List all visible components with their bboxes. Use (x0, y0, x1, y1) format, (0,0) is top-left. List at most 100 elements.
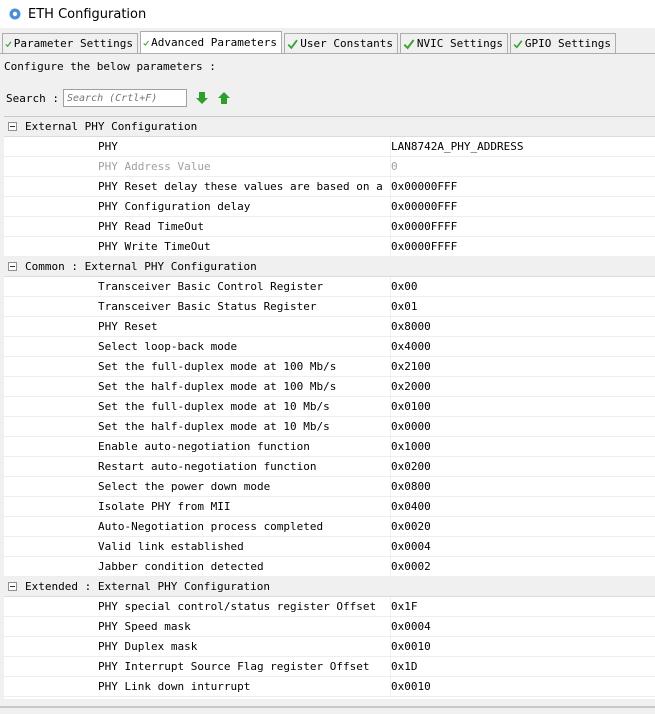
param-value[interactable]: LAN8742A_PHY_ADDRESS (390, 136, 523, 157)
table-row[interactable]: Enable auto-negotiation function 0x1000 (4, 436, 655, 457)
tab-label: Parameter Settings (13, 37, 133, 50)
parameter-grid: External PHY Configuration PHY LAN8742A_P… (4, 116, 655, 699)
search-input[interactable] (62, 89, 187, 107)
param-value[interactable]: 0x1D (390, 656, 418, 677)
param-name: Jabber condition detected (98, 560, 264, 573)
table-row[interactable]: PHY Write TimeOut 0x0000FFFF (4, 236, 655, 257)
tab-label: Advanced Parameters (151, 36, 277, 49)
param-name: Set the half-duplex mode at 100 Mb/s (98, 380, 337, 393)
param-value[interactable]: 0x0004 (390, 616, 431, 637)
table-row[interactable]: Auto-Negotiation process completed 0x0020 (4, 516, 655, 537)
tab-bar: Parameter Settings Advanced Parameters U… (0, 31, 655, 53)
table-row[interactable]: Set the full-duplex mode at 10 Mb/s 0x010… (4, 396, 655, 417)
param-value[interactable]: 0x0002 (390, 556, 431, 577)
table-row[interactable]: Jabber condition detected 0x0002 (4, 556, 655, 577)
param-name: PHY Interrupt Source Flag register Offse… (98, 660, 370, 673)
collapse-icon[interactable] (8, 262, 17, 271)
table-row[interactable]: Isolate PHY from MII 0x0400 (4, 496, 655, 517)
param-value[interactable]: 0x0000FFFF (390, 216, 457, 237)
table-row[interactable]: Select loop-back mode 0x4000 (4, 336, 655, 357)
arrow-up-icon[interactable] (217, 91, 231, 105)
param-name: PHY (98, 140, 118, 153)
param-value[interactable]: 0x00000FFF (390, 196, 457, 217)
arrow-down-icon[interactable] (195, 91, 209, 105)
tab-advanced-parameters[interactable]: Advanced Parameters (140, 31, 282, 53)
param-name: Valid link established (98, 540, 244, 553)
table-row[interactable]: Transceiver Basic Status Register 0x01 (4, 296, 655, 317)
param-name: PHY Read TimeOut (98, 220, 204, 233)
param-value[interactable]: 0x2100 (390, 356, 431, 377)
table-row[interactable]: PHY Address Value 0 (4, 156, 655, 177)
param-value[interactable]: 0x8000 (390, 316, 431, 337)
table-row[interactable]: PHY Reset delay these values are based o… (4, 176, 655, 197)
group-header-external-phy[interactable]: External PHY Configuration (4, 117, 655, 137)
group-header-common-phy[interactable]: Common : External PHY Configuration (4, 257, 655, 277)
group-title: Common : External PHY Configuration (25, 260, 257, 273)
table-row[interactable]: PHY Interrupt Source Flag register Offse… (4, 656, 655, 677)
param-name: Set the full-duplex mode at 100 Mb/s (98, 360, 337, 373)
table-row[interactable]: Transceiver Basic Control Register 0x00 (4, 276, 655, 297)
param-value[interactable]: 0x1F (390, 596, 418, 617)
param-name: Auto-Negotiation process completed (98, 520, 324, 533)
param-name: Set the half-duplex mode at 10 Mb/s (98, 420, 330, 433)
tab-nvic-settings[interactable]: NVIC Settings (400, 33, 508, 53)
tab-label: NVIC Settings (416, 37, 503, 50)
param-value[interactable]: 0x0100 (390, 396, 431, 417)
param-name: PHY Configuration delay (98, 200, 251, 213)
param-value[interactable]: 0x00000FFF (390, 176, 457, 197)
check-icon (403, 38, 415, 49)
param-value[interactable]: 0x0010 (390, 636, 431, 657)
check-icon (513, 39, 523, 49)
tab-gpio-settings[interactable]: GPIO Settings (510, 33, 616, 53)
param-name: PHY Reset delay these values are based o… (98, 180, 388, 193)
table-row[interactable]: PHY special control/status register Offs… (4, 596, 655, 617)
param-name: Enable auto-negotiation function (98, 440, 310, 453)
param-name: Select the power down mode (98, 480, 271, 493)
table-row[interactable]: PHY LAN8742A_PHY_ADDRESS (4, 136, 655, 157)
param-value[interactable]: 0x4000 (390, 336, 431, 357)
table-row[interactable]: Set the full-duplex mode at 100 Mb/s 0x21… (4, 356, 655, 377)
table-row[interactable]: Set the half-duplex mode at 10 Mb/s 0x000… (4, 416, 655, 437)
param-value[interactable]: 0x1000 (390, 436, 431, 457)
param-value[interactable]: 0x0400 (390, 496, 431, 517)
description: Configure the below parameters : (4, 60, 216, 73)
param-value[interactable]: 0x0020 (390, 516, 431, 537)
param-name: Set the full-duplex mode at 10 Mb/s (98, 400, 330, 413)
search-bar: Search : (6, 88, 231, 108)
gear-icon (9, 8, 21, 20)
param-value[interactable]: 0x2000 (390, 376, 431, 397)
param-name: PHY Address Value (98, 160, 211, 173)
param-name: PHY Duplex mask (98, 640, 198, 653)
table-row[interactable]: PHY Configuration delay 0x00000FFF (4, 196, 655, 217)
param-name: PHY Write TimeOut (98, 240, 211, 253)
table-row[interactable]: Set the half-duplex mode at 100 Mb/s 0x20… (4, 376, 655, 397)
param-value[interactable]: 0x0200 (390, 456, 431, 477)
param-name: Transceiver Basic Status Register (98, 300, 317, 313)
param-value[interactable]: 0x00 (390, 276, 418, 297)
param-value[interactable]: 0x0000 (390, 416, 431, 437)
bottom-divider (0, 706, 655, 708)
check-icon (143, 40, 149, 46)
table-row[interactable]: Select the power down mode 0x0800 (4, 476, 655, 497)
table-row[interactable]: Restart auto-negotiation function 0x0200 (4, 456, 655, 477)
param-value[interactable]: 0x0004 (390, 536, 431, 557)
collapse-icon[interactable] (8, 122, 17, 131)
table-row[interactable]: PHY Duplex mask 0x0010 (4, 636, 655, 657)
param-name: PHY Reset (98, 320, 158, 333)
tab-parameter-settings[interactable]: Parameter Settings (2, 33, 138, 53)
param-value[interactable]: 0x0000FFFF (390, 236, 457, 257)
group-header-extended-phy[interactable]: Extended : External PHY Configuration (4, 577, 655, 597)
table-row[interactable]: Valid link established 0x0004 (4, 536, 655, 557)
tab-user-constants[interactable]: User Constants (284, 33, 398, 53)
tab-divider (0, 53, 655, 54)
param-name: PHY special control/status register Offs… (98, 600, 377, 613)
param-value[interactable]: 0x0800 (390, 476, 431, 497)
param-value[interactable]: 0x0010 (390, 676, 431, 697)
table-row[interactable]: PHY Reset 0x8000 (4, 316, 655, 337)
table-row[interactable]: PHY Speed mask 0x0004 (4, 616, 655, 637)
table-row[interactable]: PHY Read TimeOut 0x0000FFFF (4, 216, 655, 237)
collapse-icon[interactable] (8, 582, 17, 591)
param-value[interactable]: 0x01 (390, 296, 418, 317)
tab-label: User Constants (300, 37, 393, 50)
table-row[interactable]: PHY Link down inturrupt 0x0010 (4, 676, 655, 697)
